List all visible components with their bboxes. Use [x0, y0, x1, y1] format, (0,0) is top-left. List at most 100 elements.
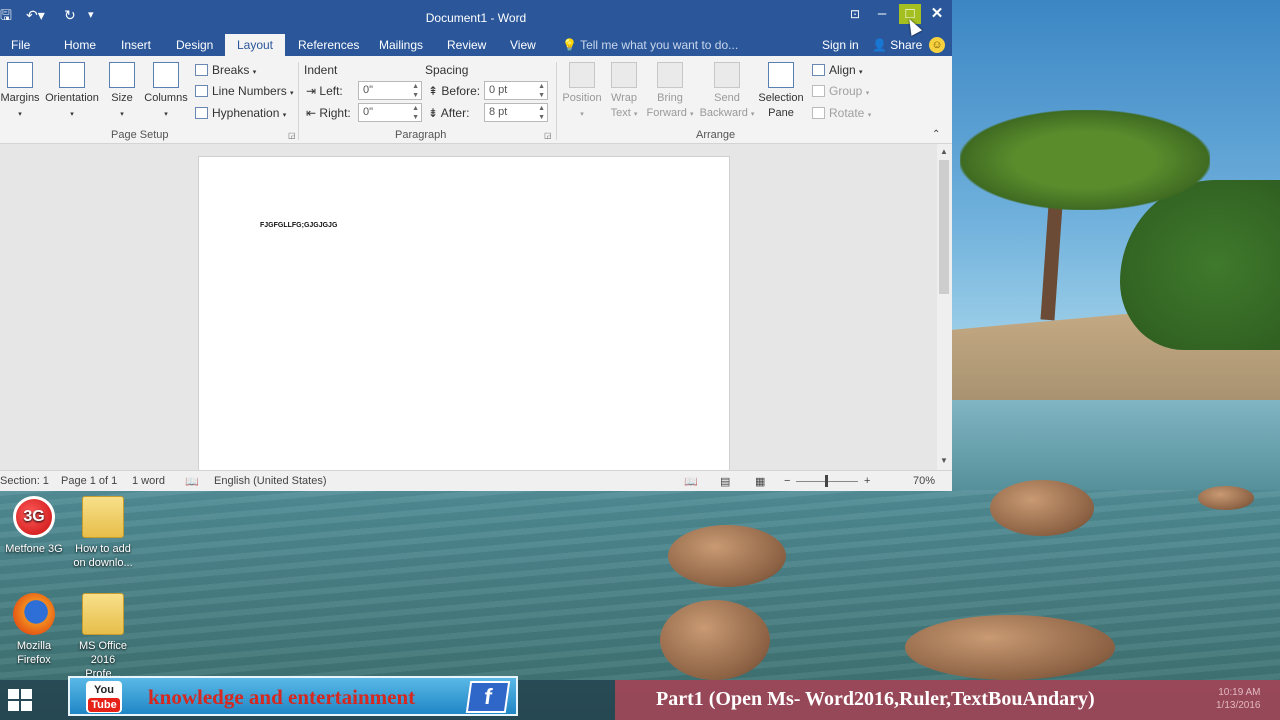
align-label: Align — [829, 63, 856, 77]
orientation-label: Orientation — [45, 92, 99, 104]
firefox-icon — [13, 593, 55, 635]
columns-button[interactable]: Columns ▾ — [142, 62, 190, 122]
word-count[interactable]: 1 word — [132, 475, 165, 487]
desktop-icon-metfone[interactable]: 3G Metfone 3G — [3, 496, 65, 556]
line-numbers-label: Line Numbers — [212, 84, 287, 98]
tab-home[interactable]: Home — [56, 34, 104, 56]
read-mode-icon[interactable]: 📖 — [684, 475, 698, 488]
indent-left-input[interactable]: 0" ▲ ▼ — [358, 81, 422, 100]
align-button[interactable]: Align ▾ — [812, 62, 863, 81]
tab-insert[interactable]: Insert — [113, 34, 159, 56]
desktop-icon-firefox[interactable]: Mozilla Firefox — [3, 593, 65, 667]
word-window: 🖫 ↶▾ ↻ ▾ Document1 - Word ⊡ – □ ✕ File H… — [0, 0, 952, 491]
send-backward-icon — [714, 62, 740, 88]
send-backward-label-1: Send — [714, 92, 740, 104]
clock-time: 10:19 AM — [1218, 687, 1261, 698]
hyphenation-button[interactable]: Hyphenation ▾ — [195, 105, 286, 124]
close-button[interactable]: ✕ — [926, 4, 948, 24]
rotate-button[interactable]: Rotate ▾ — [812, 105, 871, 124]
zoom-in-icon[interactable]: + — [864, 475, 870, 487]
wrap-text-label-1: Wrap — [610, 92, 638, 104]
spinner-arrows-icon[interactable]: ▲ ▼ — [412, 82, 419, 100]
scroll-down-icon[interactable]: ▼ — [940, 456, 948, 465]
tell-me-search[interactable]: 💡 Tell me what you want to do... — [562, 34, 738, 56]
spacing-before-input[interactable]: 0 pt ▲ ▼ — [484, 81, 548, 100]
size-button[interactable]: Size ▾ — [106, 62, 138, 122]
tab-mailings[interactable]: Mailings — [371, 34, 431, 56]
spacing-after-icon: ⇟ — [428, 106, 439, 120]
document-text[interactable]: FJGFGLLFG;GJGJGJG — [260, 222, 337, 229]
section-indicator[interactable]: Section: 1 — [0, 475, 49, 487]
scrollbar-thumb[interactable] — [939, 160, 949, 294]
paragraph-launcher-icon[interactable]: ◲ — [544, 131, 552, 140]
desktop-icon-ms-office[interactable]: MS Office 2016 Profe... — [72, 593, 134, 681]
zoom-slider-thumb[interactable] — [825, 475, 828, 487]
sign-in-link[interactable]: Sign in — [822, 34, 859, 56]
ribbon-display-options-icon[interactable]: ⊡ — [844, 4, 866, 24]
spacing-before-text: Before: — [441, 84, 481, 98]
send-backward-button[interactable]: Send Backward ▾ — [697, 62, 757, 122]
system-clock[interactable]: 10:19 AM 1/13/2016 — [1216, 686, 1261, 712]
status-bar: Section: 1 Page 1 of 1 1 word 📖 English … — [0, 470, 952, 491]
desktop-icon-how-to-add[interactable]: How to add on downlo... — [72, 496, 134, 570]
indent-right-text: Right: — [319, 106, 351, 120]
page-setup-group-label: Page Setup — [111, 129, 169, 141]
arrange-group-label: Arrange — [696, 129, 736, 141]
margins-label: Margins — [0, 92, 40, 104]
page-count[interactable]: Page 1 of 1 — [61, 475, 117, 487]
size-label: Size — [111, 92, 133, 104]
tab-design[interactable]: Design — [168, 34, 221, 56]
zoom-out-icon[interactable]: − — [784, 475, 790, 487]
wrap-text-button[interactable]: Wrap Text ▾ — [605, 62, 643, 122]
indent-right-input[interactable]: 0" ▲ ▼ — [358, 103, 422, 122]
selection-pane-button[interactable]: Selection Pane — [757, 62, 805, 121]
feedback-smiley-icon[interactable]: ☺ — [929, 37, 945, 53]
bring-forward-button[interactable]: Bring Forward ▾ — [644, 62, 696, 122]
bring-forward-label-1: Bring — [657, 92, 683, 104]
selection-pane-label-1: Selection — [758, 92, 804, 104]
breaks-button[interactable]: Breaks ▾ — [195, 62, 256, 81]
desktop-icon-label: Firefox — [17, 654, 51, 666]
selection-pane-icon — [768, 62, 794, 88]
language-indicator[interactable]: English (United States) — [214, 475, 327, 487]
group-button[interactable]: Group ▾ — [812, 83, 869, 102]
proofing-icon[interactable]: 📖 — [185, 475, 199, 488]
orientation-button[interactable]: Orientation ▾ — [42, 62, 102, 122]
position-label: Position — [562, 92, 602, 104]
group-label: Group — [829, 84, 863, 98]
web-layout-icon[interactable]: ▦ — [755, 475, 765, 488]
banner-text: knowledge and entertainment — [148, 685, 416, 709]
spinner-arrows-icon[interactable]: ▲ ▼ — [412, 104, 419, 122]
page-setup-launcher-icon[interactable]: ◲ — [288, 131, 296, 140]
scroll-up-icon[interactable]: ▲ — [940, 147, 948, 156]
tab-file[interactable]: File — [3, 34, 38, 56]
tab-review[interactable]: Review — [439, 34, 494, 56]
indent-left-icon: ⇥ — [306, 84, 317, 98]
document-page[interactable]: FJGFGLLFG;GJGJGJG — [198, 156, 730, 486]
spacing-after-input[interactable]: 8 pt ▲ ▼ — [484, 103, 548, 122]
minimize-button[interactable]: – — [871, 4, 893, 24]
user-icon: 👤 — [872, 38, 887, 52]
tab-view[interactable]: View — [502, 34, 544, 56]
indent-left-text: Left: — [319, 84, 343, 98]
clock-date: 1/13/2016 — [1216, 700, 1261, 711]
orientation-icon — [59, 62, 85, 88]
spinner-arrows-icon[interactable]: ▲ ▼ — [538, 82, 545, 100]
size-icon — [109, 62, 135, 88]
line-numbers-button[interactable]: Line Numbers ▾ — [195, 83, 294, 102]
zoom-level[interactable]: 70% — [913, 475, 935, 487]
share-button[interactable]: 👤 Share — [872, 34, 922, 56]
margins-button[interactable]: Margins ▾ — [0, 62, 40, 122]
ribbon: Margins ▾ Orientation ▾ Size ▾ Columns ▾ Bre… — [0, 56, 952, 144]
position-icon — [569, 62, 595, 88]
spinner-arrows-icon[interactable]: ▲ ▼ — [538, 104, 545, 122]
print-layout-icon[interactable]: ▤ — [720, 475, 730, 488]
vertical-scrollbar[interactable]: ▲ ▼ — [937, 144, 952, 470]
youtube-logo-bottom: Tube — [88, 698, 120, 712]
tab-references[interactable]: References — [290, 34, 367, 56]
position-button[interactable]: Position ▾ — [560, 62, 604, 122]
tab-layout[interactable]: Layout — [225, 34, 285, 56]
windows-start-icon[interactable] — [8, 689, 34, 713]
collapse-ribbon-icon[interactable]: ⌃ — [932, 129, 940, 140]
desktop-icon-label: Mozilla — [16, 640, 52, 652]
